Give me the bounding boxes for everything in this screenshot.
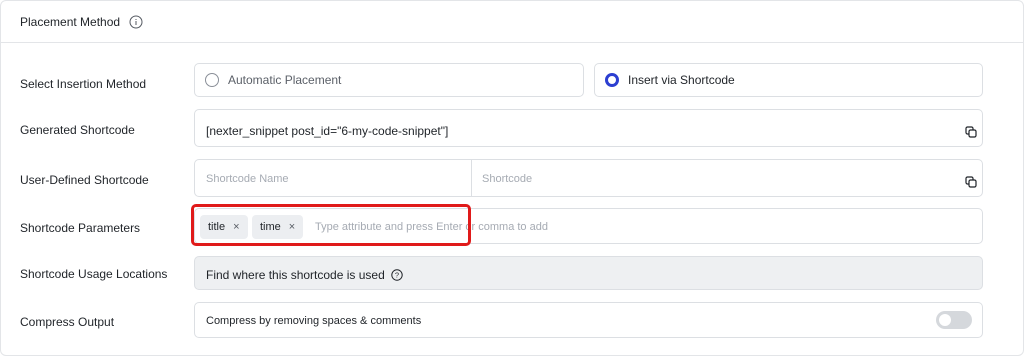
svg-text:?: ?	[395, 271, 399, 280]
parameter-tag-time: time ×	[252, 215, 304, 239]
tag-label: time	[260, 221, 281, 233]
compress-output-label: Compress Output	[20, 315, 115, 329]
remove-tag-icon[interactable]: ×	[289, 221, 295, 233]
shortcode-input[interactable]: Shortcode	[482, 173, 532, 185]
user-defined-shortcode-field: Shortcode Name Shortcode	[194, 159, 983, 197]
copy-icon[interactable]	[965, 126, 977, 138]
compress-output-field: Compress by removing spaces & comments	[194, 302, 983, 338]
insert-via-shortcode-option[interactable]: Insert via Shortcode	[594, 63, 983, 97]
help-circle-icon[interactable]: ?	[391, 269, 403, 281]
generated-shortcode-field[interactable]: [nexter_snippet post_id="6-my-code-snipp…	[194, 109, 983, 147]
parameter-tag-title: title ×	[200, 215, 248, 239]
field-divider	[471, 160, 472, 196]
usage-locations-box[interactable]: Find where this shortcode is used ?	[194, 256, 983, 290]
shortcode-parameters-field[interactable]: title × time × Type attribute and press …	[194, 208, 983, 244]
user-defined-shortcode-label: User-Defined Shortcode	[20, 173, 149, 187]
tag-label: title	[208, 221, 226, 233]
insert-via-shortcode-radio[interactable]	[605, 73, 619, 87]
placement-method-panel: Placement Method Select Insertion Method…	[0, 0, 1024, 356]
panel-title: Placement Method	[20, 14, 121, 29]
toggle-knob	[939, 314, 951, 326]
generated-shortcode-value: [nexter_snippet post_id="6-my-code-snipp…	[206, 124, 449, 138]
usage-locations-label: Shortcode Usage Locations	[20, 267, 168, 281]
copy-icon[interactable]	[965, 176, 977, 188]
insertion-method-label: Select Insertion Method	[20, 77, 147, 91]
panel-header: Placement Method	[1, 1, 1023, 43]
usage-locations-link[interactable]: Find where this shortcode is used ?	[206, 268, 403, 282]
shortcode-parameters-label: Shortcode Parameters	[20, 221, 141, 235]
info-circle-icon[interactable]	[129, 15, 143, 29]
usage-locations-text: Find where this shortcode is used	[206, 268, 385, 282]
compress-output-text: Compress by removing spaces & comments	[206, 315, 422, 327]
automatic-placement-label: Automatic Placement	[228, 73, 342, 87]
parameter-input[interactable]: Type attribute and press Enter or comma …	[315, 221, 548, 233]
insert-via-shortcode-label: Insert via Shortcode	[628, 73, 735, 87]
automatic-placement-radio[interactable]	[205, 73, 219, 87]
shortcode-name-input[interactable]: Shortcode Name	[206, 173, 289, 185]
compress-output-toggle[interactable]	[936, 311, 972, 329]
generated-shortcode-label: Generated Shortcode	[20, 123, 135, 137]
automatic-placement-option[interactable]: Automatic Placement	[194, 63, 584, 97]
remove-tag-icon[interactable]: ×	[233, 221, 239, 233]
